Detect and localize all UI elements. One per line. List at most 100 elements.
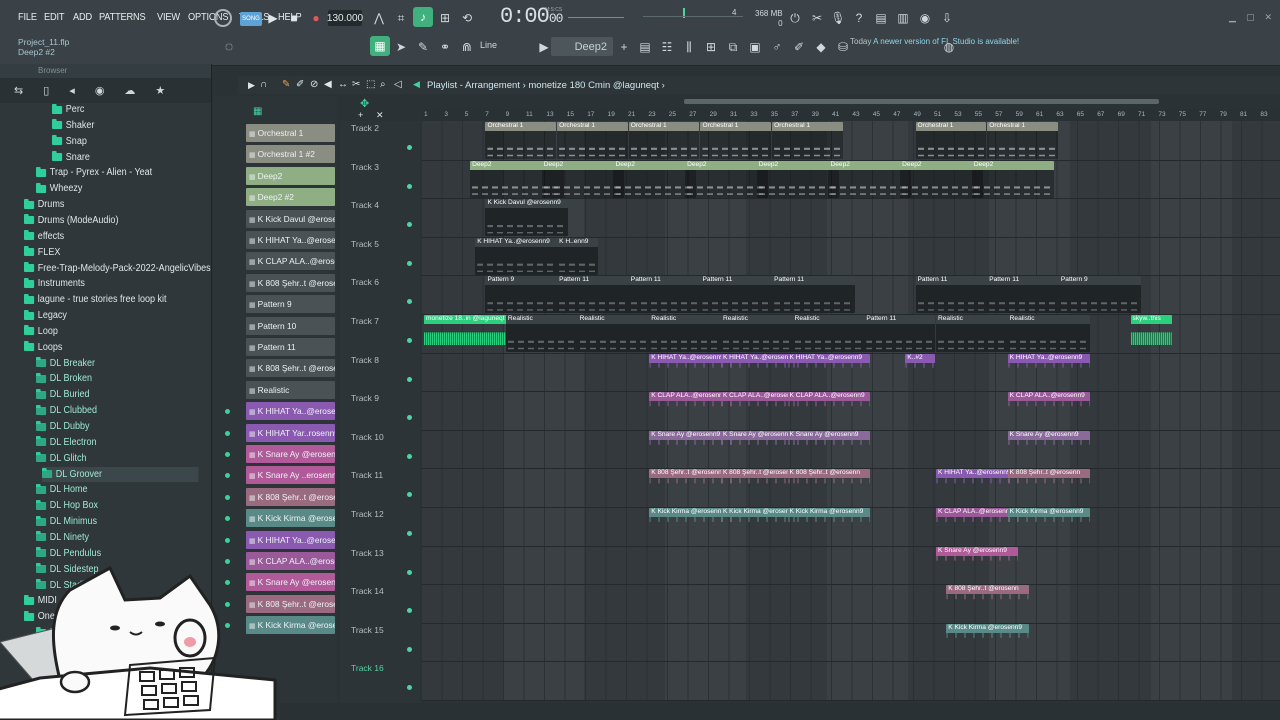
snap-icon[interactable]: ∩ — [260, 79, 267, 90]
browser-item[interactable]: effects — [24, 229, 64, 244]
channel-button[interactable]: K Snare Ay ..erosenn9 #2 — [246, 466, 335, 485]
menu-patterns[interactable]: PATTERNS — [99, 11, 146, 23]
browser-item[interactable]: DL Groover — [42, 466, 199, 482]
track-mute-led[interactable] — [407, 338, 412, 343]
loop-record-icon[interactable]: ⟲ — [458, 9, 476, 27]
playlist-clip[interactable]: Realistic — [1007, 315, 1091, 352]
menu-view[interactable]: VIEW — [157, 11, 180, 23]
browser-item[interactable]: Drums (ModeAudio) — [24, 213, 118, 228]
playlist-clip[interactable]: K Kick Kirma @erosenn9 — [649, 508, 732, 545]
playlist-clip[interactable]: Pattern 9 — [1058, 276, 1142, 314]
browser-item[interactable]: DL Buried — [36, 387, 90, 402]
channel-button[interactable]: Realistic — [246, 380, 335, 399]
piano-roll-icon[interactable]: ▤ — [636, 38, 654, 56]
arrow-right-icon[interactable]: ➤ — [392, 38, 410, 56]
playlist-clip[interactable]: Orchestral 1 — [557, 122, 628, 159]
playlist-clip[interactable]: K 808 Şehr..t @erosenn — [1007, 469, 1091, 506]
playlist-clip[interactable]: Deep2 — [541, 160, 625, 198]
tempo-display[interactable]: 130.000 — [327, 10, 363, 26]
browser-item[interactable]: lagune - true stories free loop kit — [24, 292, 167, 307]
playlist-clip[interactable]: K 808 Şehr..t @erosenn — [946, 585, 1029, 622]
browser-item[interactable]: DL Minimus — [36, 514, 97, 529]
playlist-clip[interactable]: Pattern 11 — [915, 276, 998, 314]
hierarchy-icon[interactable]: ⧉ — [724, 38, 742, 56]
channel-rack-icon[interactable]: ☷ — [658, 38, 676, 56]
track-label[interactable]: Track 3 — [351, 162, 412, 189]
menu-add[interactable]: ADD — [73, 11, 92, 23]
menu-edit[interactable]: EDIT — [44, 11, 65, 23]
playlist-clip[interactable]: K HIHAT Ya..@erosenn9 — [720, 353, 798, 391]
browser-item[interactable]: Loop — [24, 324, 58, 339]
playlist-clip[interactable]: K Snare Ay @erosenn9 — [649, 430, 732, 468]
channel-button[interactable]: K Kick Davul @erosenn9 — [246, 209, 335, 228]
track-label[interactable]: Track 14 — [351, 586, 412, 614]
playlist-clip[interactable]: Deep2 — [971, 160, 1055, 198]
channel-led[interactable] — [225, 452, 230, 457]
track-mute-led[interactable] — [407, 145, 412, 150]
track-mute-led[interactable] — [407, 183, 412, 189]
browser-item[interactable]: DL Electron — [36, 435, 97, 450]
star-icon[interactable]: ★ — [155, 84, 165, 97]
track-mute-led[interactable] — [407, 415, 412, 421]
export-icon[interactable]: ▥ — [894, 9, 912, 27]
snap-mode[interactable]: Line — [480, 40, 497, 50]
tools-icon[interactable]: ✂ — [808, 9, 826, 27]
browser-item[interactable]: Trap - Pyrex - Alien - Yeat — [36, 165, 152, 180]
browser-item[interactable]: DL Breaker — [36, 356, 95, 371]
stop-icon[interactable]: ■ — [285, 9, 303, 27]
globe-icon[interactable]: ◍ — [940, 38, 958, 56]
channel-button[interactable]: K 808 Şehr..t @erosenn — [246, 273, 335, 292]
mixer-knob-icon[interactable]: ◌ — [220, 37, 238, 55]
playlist-clip[interactable]: K HIHAT Ya..@erosenn9 — [1007, 353, 1091, 391]
channel-led[interactable] — [225, 430, 230, 436]
track-label[interactable]: Track 10 — [351, 432, 412, 459]
track-mute-led[interactable] — [407, 376, 412, 382]
playlist-clip[interactable]: Orchestral 1 — [915, 122, 987, 159]
picker-grid-icon[interactable]: ▦ — [253, 106, 262, 117]
cloud-icon[interactable]: ☁ — [124, 84, 135, 97]
cross-icon[interactable]: ✕ — [376, 110, 384, 121]
playlist-clip[interactable]: K CLAP ALA..@erosenn9 — [787, 392, 870, 429]
channel-button[interactable]: K HIHAT Ya..@erosenn9 — [246, 231, 335, 249]
playlist-clip[interactable]: Realistic — [792, 315, 876, 352]
browser-item[interactable]: DL Home — [36, 482, 88, 497]
track-label[interactable]: Track 2 — [351, 123, 412, 150]
track-mute-led[interactable] — [407, 569, 412, 575]
playlist-clip[interactable]: Pattern 11 — [772, 276, 855, 314]
select-tool-icon[interactable]: ⬚ — [366, 79, 375, 90]
browser-item[interactable]: DL Clubbed — [36, 403, 97, 418]
browser-item[interactable]: Snare — [52, 150, 90, 165]
channel-led[interactable] — [225, 409, 230, 415]
speaker-icon[interactable]: ◂ — [69, 84, 75, 97]
step-edit-icon[interactable]: ⊞ — [436, 9, 454, 27]
countdown-icon[interactable]: ♪ — [413, 7, 433, 27]
channel-led[interactable] — [225, 516, 230, 522]
brush-icon[interactable]: ✐ — [790, 38, 808, 56]
playlist-clip[interactable]: K HIHAT Ya..@erosenn9 — [936, 469, 1019, 506]
browser-item[interactable]: Wheezy — [36, 181, 82, 196]
horizontal-scrollbar[interactable] — [684, 99, 1159, 104]
track-mute-led[interactable] — [407, 222, 412, 228]
slice-tool-icon[interactable]: ✂ — [352, 79, 360, 90]
browser-item[interactable]: DL Glitch — [36, 451, 87, 466]
link-icon[interactable]: ⚭ — [436, 38, 454, 56]
track-label[interactable]: Track 6 — [351, 277, 412, 305]
channel-led[interactable] — [225, 494, 230, 500]
track-mute-led[interactable] — [407, 453, 412, 459]
pattern-selector[interactable]: Deep2 — [551, 37, 613, 56]
playlist-view-icon[interactable]: ▦ — [370, 36, 390, 56]
timeline-ruler[interactable]: 1 3 5 7 9 11 13 15 17 19 21 23 25 27 29 31 33 35 37 39 41 43 4… — [422, 109, 1280, 121]
channel-button[interactable]: K CLAP ALA..@erosenn9 — [246, 252, 335, 271]
track-mute-led[interactable] — [407, 299, 412, 305]
playlist-clip[interactable]: K CLAP ALA..@erosenn9 — [720, 392, 798, 429]
save-icon[interactable]: ▤ — [872, 9, 890, 27]
track-label[interactable]: Track 12 — [351, 509, 412, 536]
playlist-clip[interactable]: monetize 18..in @laguneqt — [424, 315, 519, 352]
channel-led[interactable] — [225, 537, 230, 543]
playlist-clip[interactable]: Pattern 11 — [864, 315, 935, 352]
record-icon[interactable]: ● — [307, 9, 325, 27]
channel-button[interactable]: Pattern 11 — [246, 338, 335, 356]
pencil-icon[interactable]: ✎ — [414, 38, 432, 56]
browser-item[interactable]: Perc — [52, 102, 84, 117]
metronome-icon[interactable]: ⋀ — [370, 9, 388, 27]
